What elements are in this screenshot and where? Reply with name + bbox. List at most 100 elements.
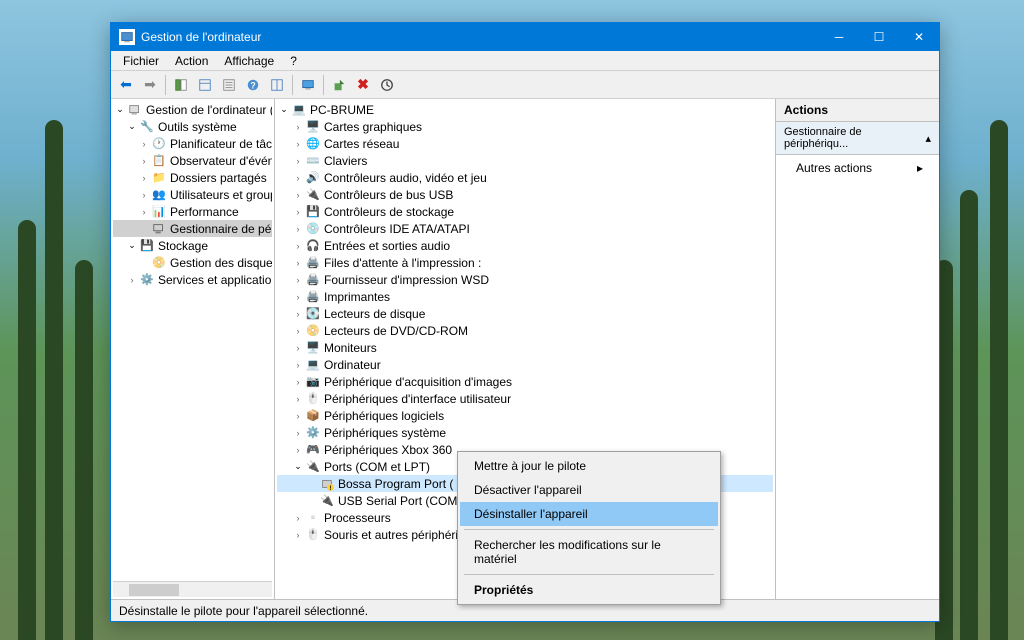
device-category[interactable]: ›🌐Cartes réseau [277,135,773,152]
chevron-down-icon[interactable]: ⌄ [125,120,139,134]
chevron-down-icon[interactable]: ⌄ [125,239,139,253]
chevron-right-icon[interactable]: › [291,375,305,389]
tree-event-viewer[interactable]: › 📋 Observateur d'événements [113,152,272,169]
device-category[interactable]: ›🖱️Périphériques d'interface utilisateur [277,390,773,407]
chevron-right-icon[interactable]: › [137,154,151,168]
chevron-right-icon[interactable]: › [137,205,151,219]
actions-other-actions[interactable]: Autres actions ▸ [776,155,939,181]
tree-shared-folders[interactable]: › 📁 Dossiers partagés [113,169,272,186]
chevron-right-icon[interactable]: › [291,137,305,151]
device-category[interactable]: ›🖨️Imprimantes [277,288,773,305]
chevron-right-icon[interactable]: › [291,528,305,542]
device-label: Périphériques d'interface utilisateur [324,392,511,406]
device-monitor-icon[interactable] [297,74,319,96]
device-category[interactable]: ›🖨️Files d'attente à l'impression : [277,254,773,271]
chevron-right-icon[interactable]: › [291,154,305,168]
device-category[interactable]: ›💽Lecteurs de disque [277,305,773,322]
device-category[interactable]: ›🖥️Cartes graphiques [277,118,773,135]
chevron-right-icon[interactable]: › [291,256,305,270]
titlebar[interactable]: Gestion de l'ordinateur ─ ☐ ✕ [111,23,939,51]
tree-system-tools[interactable]: ⌄ 🔧 Outils système [113,118,272,135]
ctx-scan-hardware[interactable]: Rechercher les modifications sur le maté… [460,533,718,571]
chevron-right-icon[interactable]: › [137,137,151,151]
chevron-right-icon[interactable]: › [291,324,305,338]
ctx-uninstall-device[interactable]: Désinstaller l'appareil [460,502,718,526]
device-category[interactable]: ›📷Périphérique d'acquisition d'images [277,373,773,390]
collapse-icon: ▴ [925,132,931,145]
device-computer[interactable]: ⌄ 💻 PC-BRUME [277,101,773,118]
chevron-right-icon[interactable]: › [291,171,305,185]
chevron-right-icon[interactable]: › [291,341,305,355]
device-category[interactable]: ›⌨️Claviers [277,152,773,169]
chevron-down-icon[interactable]: ⌄ [291,460,305,474]
chevron-right-icon[interactable]: › [291,426,305,440]
back-button[interactable]: ⬅ [115,74,137,96]
disable-device-icon[interactable]: ✖ [352,74,374,96]
event-icon: 📋 [151,153,167,169]
chevron-right-icon[interactable]: › [137,171,151,185]
scan-hardware-icon[interactable] [376,74,398,96]
chevron-right-icon[interactable]: › [291,205,305,219]
chevron-down-icon[interactable]: ⌄ [277,103,291,117]
enable-device-icon[interactable] [328,74,350,96]
ctx-disable-device[interactable]: Désactiver l'appareil [460,478,718,502]
menu-view[interactable]: Affichage [216,52,282,70]
ctx-update-driver[interactable]: Mettre à jour le pilote [460,454,718,478]
minimize-button[interactable]: ─ [819,23,859,51]
chevron-right-icon[interactable]: › [291,511,305,525]
chevron-right-icon[interactable]: › [291,222,305,236]
tree-task-scheduler[interactable]: › 🕐 Planificateur de tâches [113,135,272,152]
device-category[interactable]: ›🖨️Fournisseur d'impression WSD [277,271,773,288]
chevron-right-icon[interactable]: › [291,120,305,134]
forward-button[interactable]: ➡ [139,74,161,96]
view-button-3[interactable] [266,74,288,96]
chevron-right-icon[interactable]: › [291,409,305,423]
chevron-right-icon[interactable]: › [291,358,305,372]
device-category-icon: 📀 [305,323,321,339]
chevron-right-icon[interactable]: › [291,188,305,202]
device-category[interactable]: ›📦Périphériques logiciels [277,407,773,424]
menu-action[interactable]: Action [167,52,216,70]
device-category[interactable]: ›💿Contrôleurs IDE ATA/ATAPI [277,220,773,237]
device-category[interactable]: ›🎧Entrées et sorties audio [277,237,773,254]
chevron-down-icon[interactable]: ⌄ [113,103,127,117]
chevron-right-icon[interactable]: › [291,307,305,321]
chevron-right-icon[interactable]: › [291,392,305,406]
ctx-properties[interactable]: Propriétés [460,578,718,602]
device-label: Lecteurs de DVD/CD-ROM [324,324,468,338]
tree-services[interactable]: › ⚙️ Services et applications [113,271,272,288]
chevron-right-icon[interactable]: › [291,290,305,304]
help-button[interactable]: ? [242,74,264,96]
horizontal-scrollbar[interactable] [113,581,272,597]
device-label: Claviers [324,154,367,168]
view-button-1[interactable] [194,74,216,96]
device-category[interactable]: ›🔊Contrôleurs audio, vidéo et jeu [277,169,773,186]
maximize-button[interactable]: ☐ [859,23,899,51]
menu-file[interactable]: Fichier [115,52,167,70]
actions-pane: Actions Gestionnaire de périphériqu... ▴… [775,99,939,599]
view-button-2[interactable] [218,74,240,96]
tree-root[interactable]: ⌄ Gestion de l'ordinateur (local) [113,101,272,118]
device-category[interactable]: ›💾Contrôleurs de stockage [277,203,773,220]
device-category[interactable]: ›🔌Contrôleurs de bus USB [277,186,773,203]
tree-disk-management[interactable]: 📀 Gestion des disques [113,254,272,271]
chevron-right-icon[interactable]: › [125,273,139,287]
tree-performance[interactable]: › 📊 Performance [113,203,272,220]
tree-local-users[interactable]: › 👥 Utilisateurs et groupes locaux [113,186,272,203]
tree-storage[interactable]: ⌄ 💾 Stockage [113,237,272,254]
tree-device-manager[interactable]: Gestionnaire de périphériques [113,220,272,237]
chevron-right-icon[interactable]: › [291,239,305,253]
device-label: Périphériques système [324,426,446,440]
device-category-icon: 💽 [305,306,321,322]
close-button[interactable]: ✕ [899,23,939,51]
device-category[interactable]: ›💻Ordinateur [277,356,773,373]
chevron-right-icon[interactable]: › [291,443,305,457]
device-category[interactable]: ›📀Lecteurs de DVD/CD-ROM [277,322,773,339]
device-category[interactable]: ›🖥️Moniteurs [277,339,773,356]
menu-help[interactable]: ? [282,52,305,70]
chevron-right-icon[interactable]: › [137,188,151,202]
actions-section-device-manager[interactable]: Gestionnaire de périphériqu... ▴ [776,122,939,155]
device-category[interactable]: ›⚙️Périphériques système [277,424,773,441]
chevron-right-icon[interactable]: › [291,273,305,287]
show-hide-tree-button[interactable] [170,74,192,96]
